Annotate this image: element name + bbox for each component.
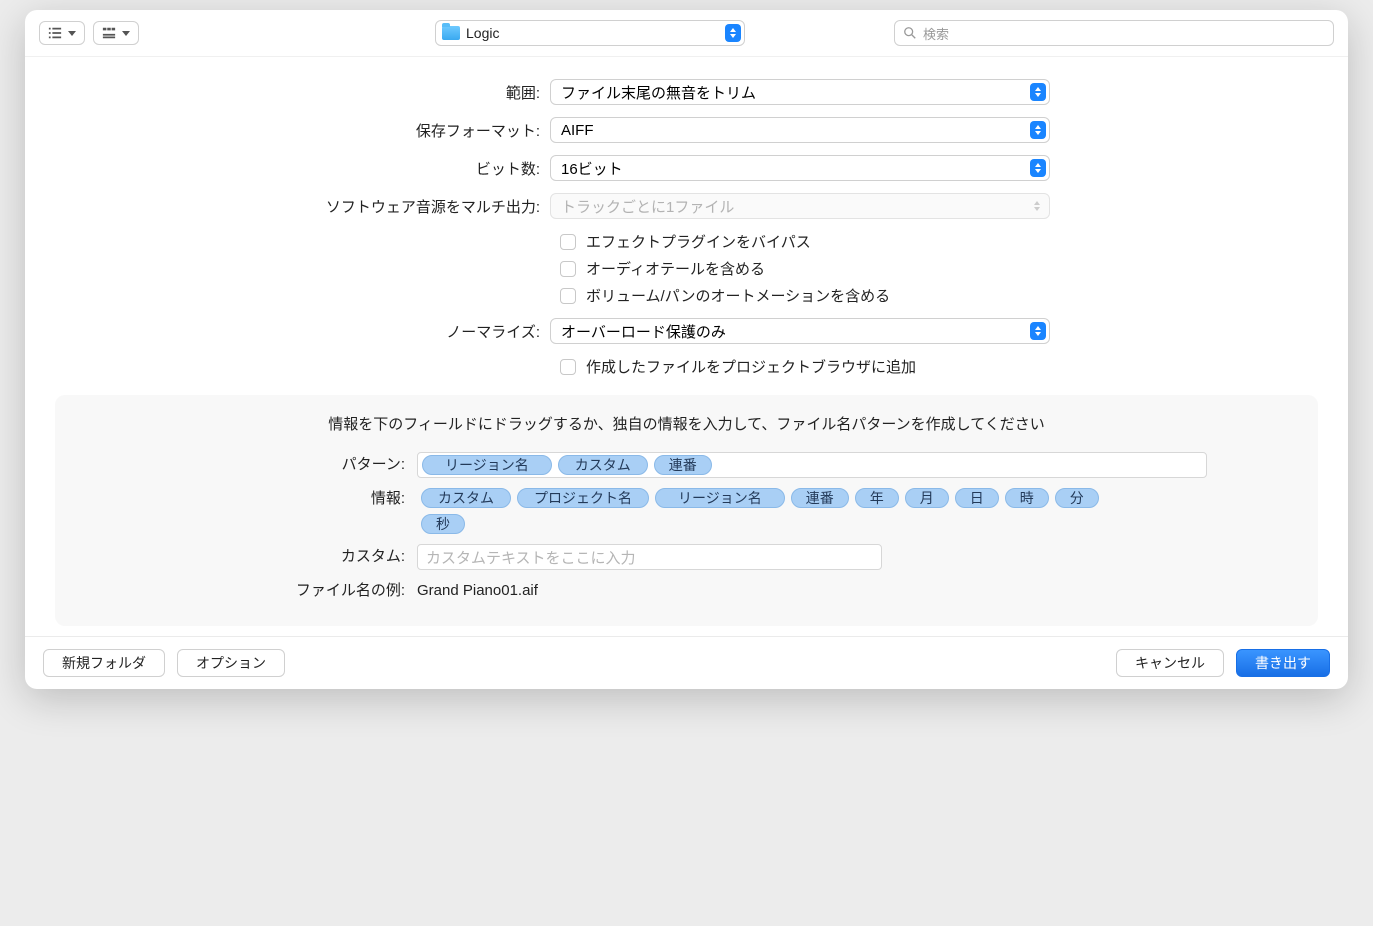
dialog-footer: 新規フォルダ オプション キャンセル 書き出す	[25, 636, 1348, 689]
bypass-effects-label: エフェクトプラグインをバイパス	[586, 231, 811, 252]
toolbar: Logic 検索	[25, 10, 1348, 57]
filename-pattern-panel: 情報を下のフィールドにドラッグするか、独自の情報を入力して、ファイル名パターンを…	[55, 395, 1318, 626]
token-sequence[interactable]: 連番	[791, 488, 849, 508]
cancel-button[interactable]: キャンセル	[1116, 649, 1224, 677]
range-value: ファイル末尾の無音をトリム	[561, 82, 756, 103]
updown-icon	[1030, 322, 1046, 340]
save-format-value: AIFF	[561, 122, 594, 139]
normalize-label: ノーマライズ:	[55, 321, 550, 342]
range-label: 範囲:	[55, 82, 550, 103]
custom-label: カスタム:	[77, 544, 417, 570]
location-text: Logic	[466, 25, 499, 41]
normalize-value: オーバーロード保護のみ	[561, 321, 726, 342]
token-custom[interactable]: カスタム	[558, 455, 648, 475]
token-second[interactable]: 秒	[421, 514, 465, 534]
save-format-label: 保存フォーマット:	[55, 120, 550, 141]
multi-output-label: ソフトウェア音源をマルチ出力:	[55, 196, 550, 217]
pattern-label: パターン:	[77, 452, 417, 478]
chevron-down-icon	[68, 31, 76, 36]
group-button[interactable]	[93, 21, 139, 45]
token-day[interactable]: 日	[955, 488, 999, 508]
group-icon	[102, 26, 116, 40]
updown-icon	[1030, 121, 1046, 139]
pattern-field[interactable]: リージョン名 カスタム 連番	[417, 452, 1207, 478]
add-to-browser-checkbox[interactable]	[560, 359, 576, 375]
bit-depth-label: ビット数:	[55, 158, 550, 179]
token-month[interactable]: 月	[905, 488, 949, 508]
include-volpan-label: ボリューム/パンのオートメーションを含める	[586, 285, 890, 306]
updown-icon	[1030, 159, 1046, 177]
include-volpan-checkbox[interactable]	[560, 288, 576, 304]
save-format-select[interactable]: AIFF	[550, 117, 1050, 143]
chevron-down-icon	[122, 31, 130, 36]
token-region-name[interactable]: リージョン名	[655, 488, 785, 508]
token-sequence[interactable]: 連番	[654, 455, 712, 475]
example-label: ファイル名の例:	[77, 578, 417, 604]
multi-output-select: トラックごとに1ファイル	[550, 193, 1050, 219]
token-project-name[interactable]: プロジェクト名	[517, 488, 649, 508]
location-select[interactable]: Logic	[435, 20, 745, 46]
dialog-body: 範囲: ファイル末尾の無音をトリム 保存フォーマット: AIFF ビット数: 1…	[25, 57, 1348, 636]
token-custom[interactable]: カスタム	[421, 488, 511, 508]
info-label: 情報:	[77, 486, 417, 512]
token-minute[interactable]: 分	[1055, 488, 1099, 508]
folder-icon	[442, 26, 460, 40]
include-tail-label: オーディオテールを含める	[586, 258, 765, 279]
search-placeholder: 検索	[923, 24, 949, 43]
custom-placeholder: カスタムテキストをここに入力	[426, 547, 636, 568]
token-hour[interactable]: 時	[1005, 488, 1049, 508]
multi-output-value: トラックごとに1ファイル	[561, 196, 734, 217]
updown-icon	[725, 24, 741, 42]
updown-icon	[1030, 198, 1044, 214]
new-folder-button[interactable]: 新規フォルダ	[43, 649, 165, 677]
info-tokens: カスタム プロジェクト名 リージョン名 連番 年 月 日 時 分 秒	[417, 486, 1117, 536]
options-button[interactable]: オプション	[177, 649, 285, 677]
search-icon	[903, 26, 917, 40]
example-filename: Grand Piano01.aif	[417, 578, 538, 604]
pattern-instruction: 情報を下のフィールドにドラッグするか、独自の情報を入力して、ファイル名パターンを…	[77, 413, 1296, 434]
view-list-button[interactable]	[39, 21, 85, 45]
list-icon	[48, 26, 62, 40]
bit-depth-select[interactable]: 16ビット	[550, 155, 1050, 181]
normalize-select[interactable]: オーバーロード保護のみ	[550, 318, 1050, 344]
include-tail-checkbox[interactable]	[560, 261, 576, 277]
bypass-effects-checkbox[interactable]	[560, 234, 576, 250]
add-to-browser-label: 作成したファイルをプロジェクトブラウザに追加	[586, 356, 916, 377]
custom-text-input[interactable]: カスタムテキストをここに入力	[417, 544, 882, 570]
bit-depth-value: 16ビット	[561, 158, 623, 179]
export-button[interactable]: 書き出す	[1236, 649, 1330, 677]
updown-icon	[1030, 83, 1046, 101]
search-input[interactable]: 検索	[894, 20, 1334, 46]
token-year[interactable]: 年	[855, 488, 899, 508]
token-region-name[interactable]: リージョン名	[422, 455, 552, 475]
range-select[interactable]: ファイル末尾の無音をトリム	[550, 79, 1050, 105]
export-dialog: Logic 検索 範囲: ファイル末尾の無音をトリム 保存フォーマット: AIF…	[25, 10, 1348, 689]
